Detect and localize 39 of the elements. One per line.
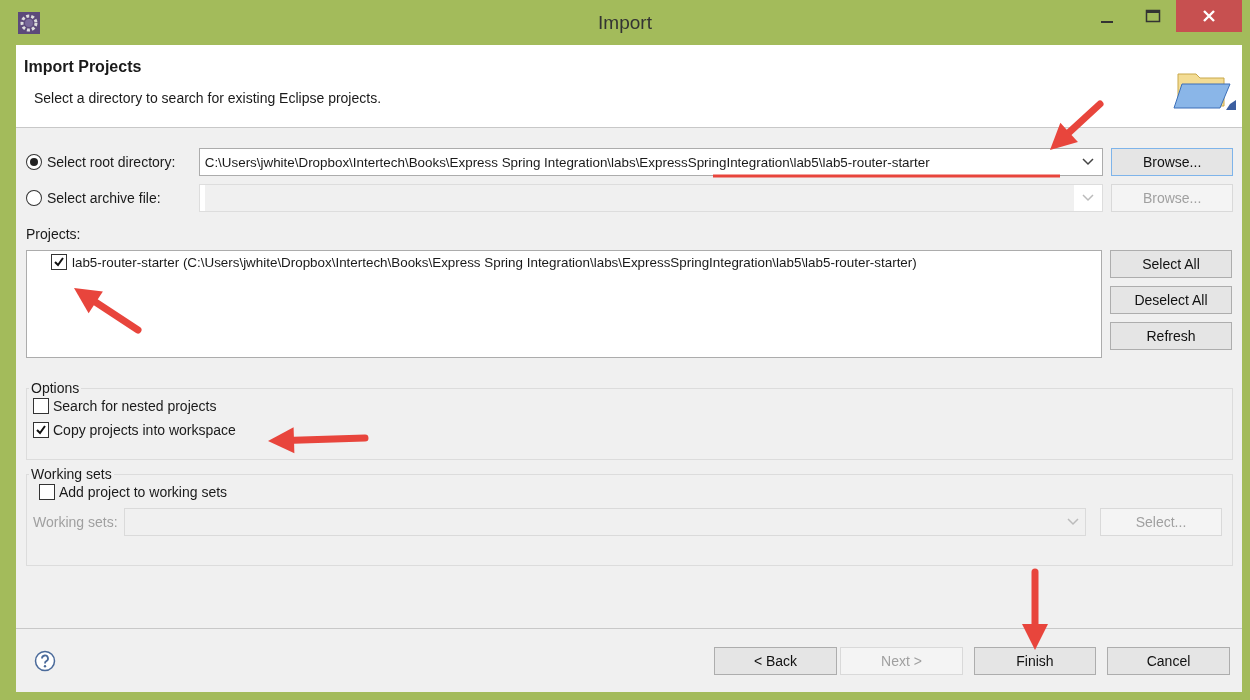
radio-button[interactable] [26, 154, 42, 170]
gear-icon [18, 11, 40, 34]
window-title: Import [598, 11, 652, 34]
dropdown-caret-icon [1082, 158, 1095, 166]
checkbox-label: Search for nested projects [53, 398, 217, 414]
page-title: Import Projects [24, 58, 143, 76]
wizard-button[interactable]: Cancel [1107, 646, 1230, 675]
checkbox[interactable] [33, 422, 49, 438]
archive-combo-field[interactable] [198, 184, 1104, 212]
wizard-button[interactable]: Finish [974, 646, 1096, 675]
help-icon[interactable] [34, 649, 56, 672]
dropdown-caret-icon [1082, 194, 1095, 202]
radio-label: Select root directory: [46, 154, 177, 170]
page-description: Select a directory to search for existing Eclipse projects. [34, 90, 382, 106]
checkbox-label: Copy projects into workspace [53, 422, 236, 438]
group-title: Options [30, 380, 81, 396]
radio-button[interactable] [26, 190, 42, 206]
maximize-icon [1145, 8, 1161, 24]
checkbox[interactable] [51, 254, 67, 270]
dropdown-caret-icon [1067, 518, 1079, 526]
group-title: Working sets [30, 466, 113, 482]
list-action-button[interactable]: Refresh [1110, 322, 1232, 350]
field-label: Working sets: [33, 514, 118, 530]
working-sets-combo-field[interactable] [123, 508, 1086, 536]
minimize-icon [1101, 21, 1113, 23]
directory-combo-field[interactable]: C:\Users\jwhite\Dropbox\Intertech\Books\Express Spring Integration\labs\ExpressSpringIntegration\lab5\lab5-router-starter [198, 148, 1104, 176]
checkbox-label: Add project to working sets [59, 484, 228, 500]
projects-label: Projects: [26, 226, 82, 242]
close-icon [1202, 9, 1216, 23]
project-item[interactable]: lab5-router-starter (C:\Users\jwhite\Dropbox\Intertech\Books\Express Spring Integration\labs\ExpressSpringIntegration\lab5\lab5-router-starter) [72, 254, 917, 270]
checkbox[interactable] [33, 398, 49, 414]
annotation-arrow [74, 288, 142, 334]
close-button[interactable] [1176, 0, 1242, 32]
wizard-button[interactable]: < Back [714, 646, 837, 675]
radio-label: Select archive file: [46, 190, 162, 206]
list-action-button[interactable]: Deselect All [1110, 286, 1232, 314]
list-action-button[interactable]: Select All [1110, 250, 1232, 278]
browse-button[interactable]: Browse... [1111, 148, 1233, 176]
annotation-arrow [1050, 100, 1104, 150]
